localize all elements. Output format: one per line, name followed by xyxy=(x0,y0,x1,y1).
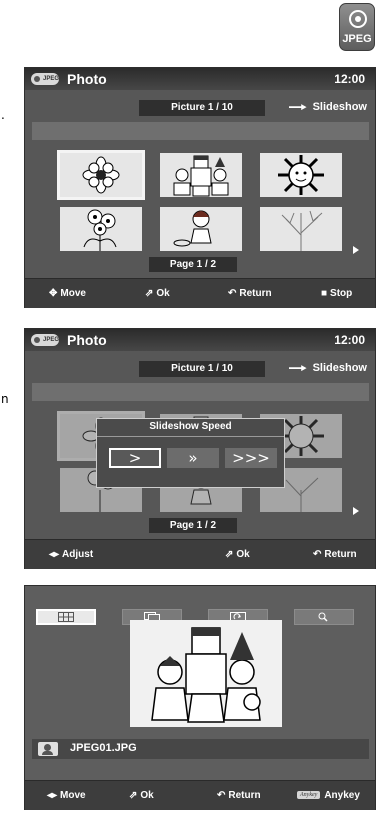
speed-option-fast[interactable]: >>> xyxy=(225,448,277,468)
footer-move-label: Move xyxy=(60,790,86,801)
enter-icon: ⇗ xyxy=(129,790,138,801)
speed-option-slow[interactable]: > xyxy=(109,448,161,468)
footer-move: ✥ Move xyxy=(49,288,86,299)
clock: 12:00 xyxy=(334,333,365,347)
footer-ok-label: Ok xyxy=(156,288,170,299)
photo-preview xyxy=(130,620,282,727)
thumbnail-daisies[interactable] xyxy=(60,207,142,251)
footer-adjust-label: Adjust xyxy=(62,549,94,560)
page-indicator: Page 1 / 2 xyxy=(149,518,237,533)
speed-option-normal[interactable]: » xyxy=(167,448,219,468)
side-mark-1: . xyxy=(1,108,5,122)
footer-return-label: Return xyxy=(228,790,261,801)
return-icon: ↶ xyxy=(228,288,237,299)
slideshow-button[interactable]: Slideshow xyxy=(288,101,367,113)
grid-view-button[interactable] xyxy=(36,609,96,625)
footer-ok: ⇗ Ok xyxy=(225,549,250,560)
footer-anykey: Anykey Anykey xyxy=(297,790,360,801)
footer-ok-label: Ok xyxy=(236,549,250,560)
screen-title: Photo xyxy=(67,71,107,87)
enter-icon: ⇗ xyxy=(145,288,154,299)
next-page-arrow-icon[interactable] xyxy=(353,246,359,254)
photo-viewer-screen: JPEG01.JPG ◂▸ Move ⇗ Ok ↶ Return Anykey Anyk… xyxy=(24,585,376,810)
next-page-arrow-icon[interactable] xyxy=(353,507,359,515)
footer-ok-label: Ok xyxy=(140,790,154,801)
footer-help-bar: ◂▸ Move ⇗ Ok ↶ Return Anykey Anykey xyxy=(25,780,375,810)
footer-stop-label: Stop xyxy=(330,288,353,299)
return-icon: ↶ xyxy=(217,790,226,801)
footer-ok: ⇗ Ok xyxy=(129,790,154,801)
left-right-icon: ◂▸ xyxy=(47,790,58,801)
thumbnail-kids[interactable] xyxy=(160,153,242,197)
dialog-divider xyxy=(97,436,284,437)
side-mark-2: n xyxy=(1,392,9,406)
stop-icon: ■ xyxy=(321,288,328,299)
footer-stop: ■ Stop xyxy=(321,288,352,299)
jpeg-badge-label: JPEG xyxy=(342,33,372,45)
anykey-button-icon: Anykey xyxy=(297,791,321,800)
footer-move-label: Move xyxy=(60,288,86,299)
arrow-right-icon xyxy=(288,104,307,111)
file-name: JPEG01.JPG xyxy=(70,742,137,754)
kids-costume-photo-icon xyxy=(151,627,261,723)
slideshow-button[interactable]: Slideshow xyxy=(288,362,367,374)
footer-help-bar: ◂▸ Adjust ⇗ Ok ↶ Return xyxy=(25,539,375,569)
footer-return-label: Return xyxy=(239,288,272,299)
daisies-icon xyxy=(83,209,117,251)
jpeg-source-icon: JPEG xyxy=(31,73,59,85)
info-bar xyxy=(32,122,369,140)
screen-title: Photo xyxy=(67,332,107,348)
photo-browser-screen: JPEG Photo 12:00 Picture 1 / 10 Slidesho… xyxy=(24,67,376,308)
grid-view-icon xyxy=(58,612,74,622)
clock: 12:00 xyxy=(334,72,365,86)
zoom-icon xyxy=(318,612,328,622)
jpeg-mode-icon: JPEG xyxy=(339,3,375,51)
info-bar xyxy=(32,383,369,401)
footer-move: ◂▸ Move xyxy=(47,790,86,801)
flower-icon xyxy=(82,156,120,194)
footer-ok: ⇗ Ok xyxy=(145,288,170,299)
picture-counter: Picture 1 / 10 xyxy=(139,100,265,116)
move-icon: ✥ xyxy=(49,288,58,299)
arrow-right-icon xyxy=(288,365,307,372)
picture-counter: Picture 1 / 10 xyxy=(139,361,265,377)
footer-help-bar: ✥ Move ⇗ Ok ↶ Return ■ Stop xyxy=(25,278,375,308)
tree-icon xyxy=(281,210,323,251)
girl-icon xyxy=(173,210,212,247)
thumbnail-sun[interactable] xyxy=(260,153,342,197)
footer-return: ↶ Return xyxy=(217,790,261,801)
footer-return-label: Return xyxy=(324,549,357,560)
dialog-title: Slideshow Speed xyxy=(149,421,232,432)
left-right-icon: ◂▸ xyxy=(49,549,60,560)
footer-adjust: ◂▸ Adjust xyxy=(49,549,93,560)
thumbnail-girl[interactable] xyxy=(160,207,242,251)
file-info-bar: JPEG01.JPG xyxy=(32,739,369,759)
photo-file-icon xyxy=(38,742,58,756)
thumbnail-flower[interactable] xyxy=(57,150,145,200)
kids-costume-icon xyxy=(173,155,229,197)
footer-return: ↶ Return xyxy=(228,288,272,299)
page-indicator: Page 1 / 2 xyxy=(149,257,237,272)
disc-icon xyxy=(349,10,367,28)
enter-icon: ⇗ xyxy=(225,549,234,560)
jpeg-source-icon: JPEG xyxy=(31,334,59,346)
footer-return: ↶ Return xyxy=(313,549,357,560)
slideshow-label: Slideshow xyxy=(312,101,367,113)
zoom-button[interactable] xyxy=(294,609,354,625)
footer-anykey-label: Anykey xyxy=(324,790,360,801)
slideshow-speed-dialog: Slideshow Speed > » >>> xyxy=(96,418,285,488)
return-icon: ↶ xyxy=(313,549,322,560)
sun-icon xyxy=(278,155,324,195)
slideshow-label: Slideshow xyxy=(312,362,367,374)
thumbnail-tree[interactable] xyxy=(260,207,342,251)
title-bar: JPEG Photo 12:00 xyxy=(25,329,375,351)
title-bar: JPEG Photo 12:00 xyxy=(25,68,375,90)
